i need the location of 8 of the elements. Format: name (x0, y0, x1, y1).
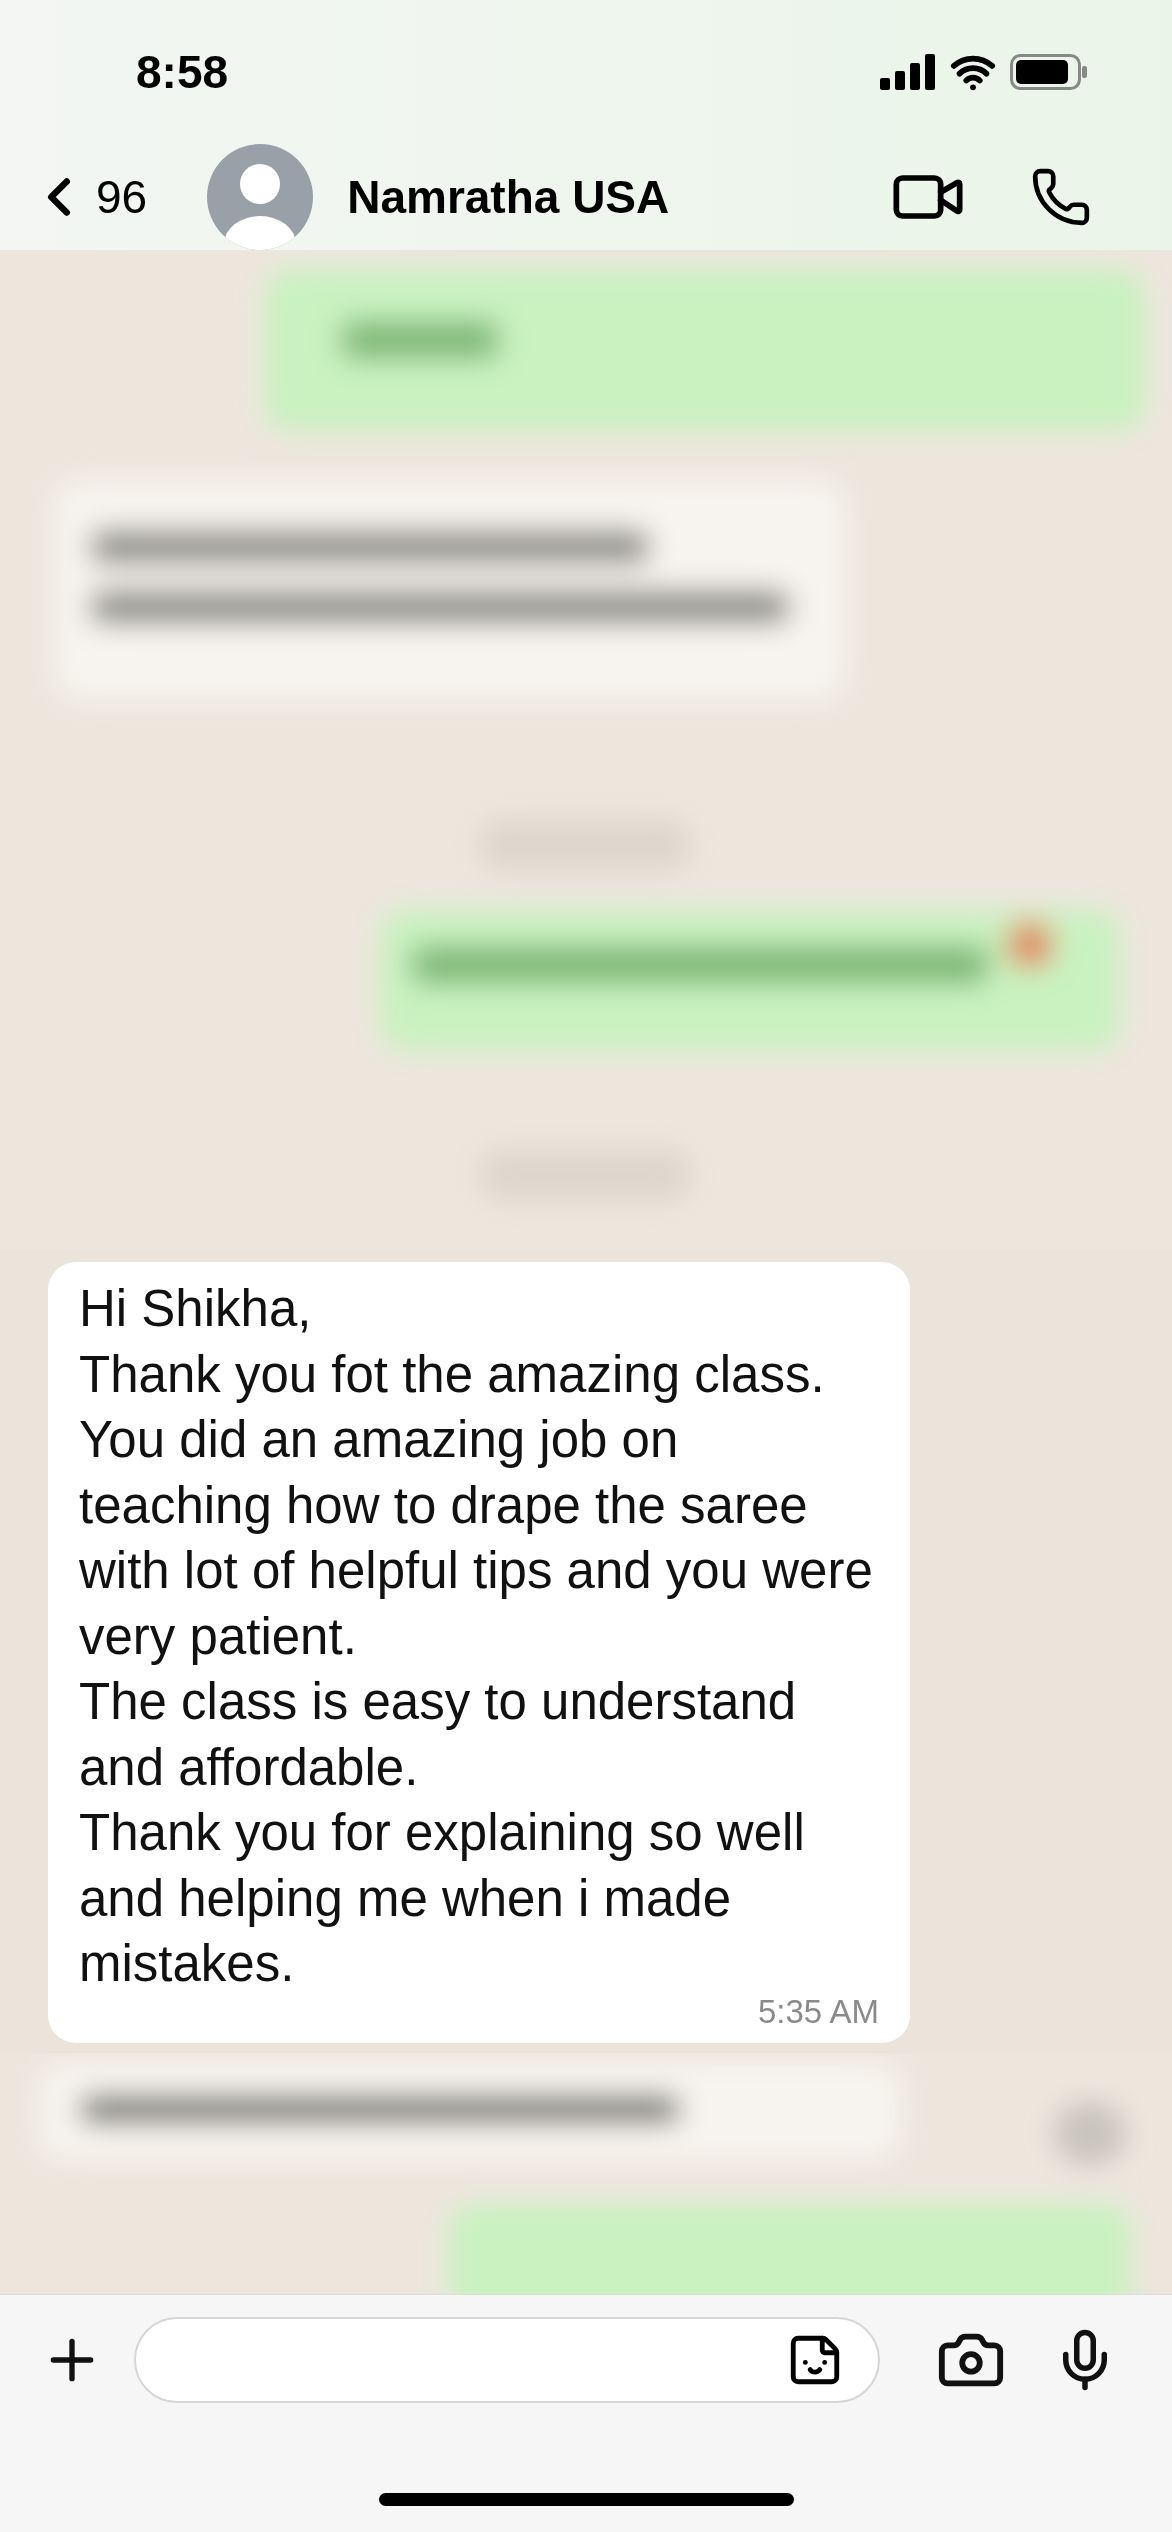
phone-icon[interactable] (1030, 166, 1092, 228)
contact-name[interactable]: Namratha USA (347, 170, 826, 224)
signal-icon (880, 54, 936, 90)
message-text: Hi Shikha, Thank you fot the amazing class. You did an amazing job on teaching how to drape the saree with lot of helpful tips and you were very patient. The class is easy to understand and affordable. Thank you for explaining so well and helping me when i made mistakes. (79, 1279, 874, 1994)
battery-icon (1010, 54, 1088, 90)
message-time: 5:35 AM (757, 1992, 879, 2031)
status-time: 8:58 (136, 45, 229, 99)
back-button[interactable]: 96 (28, 166, 148, 228)
